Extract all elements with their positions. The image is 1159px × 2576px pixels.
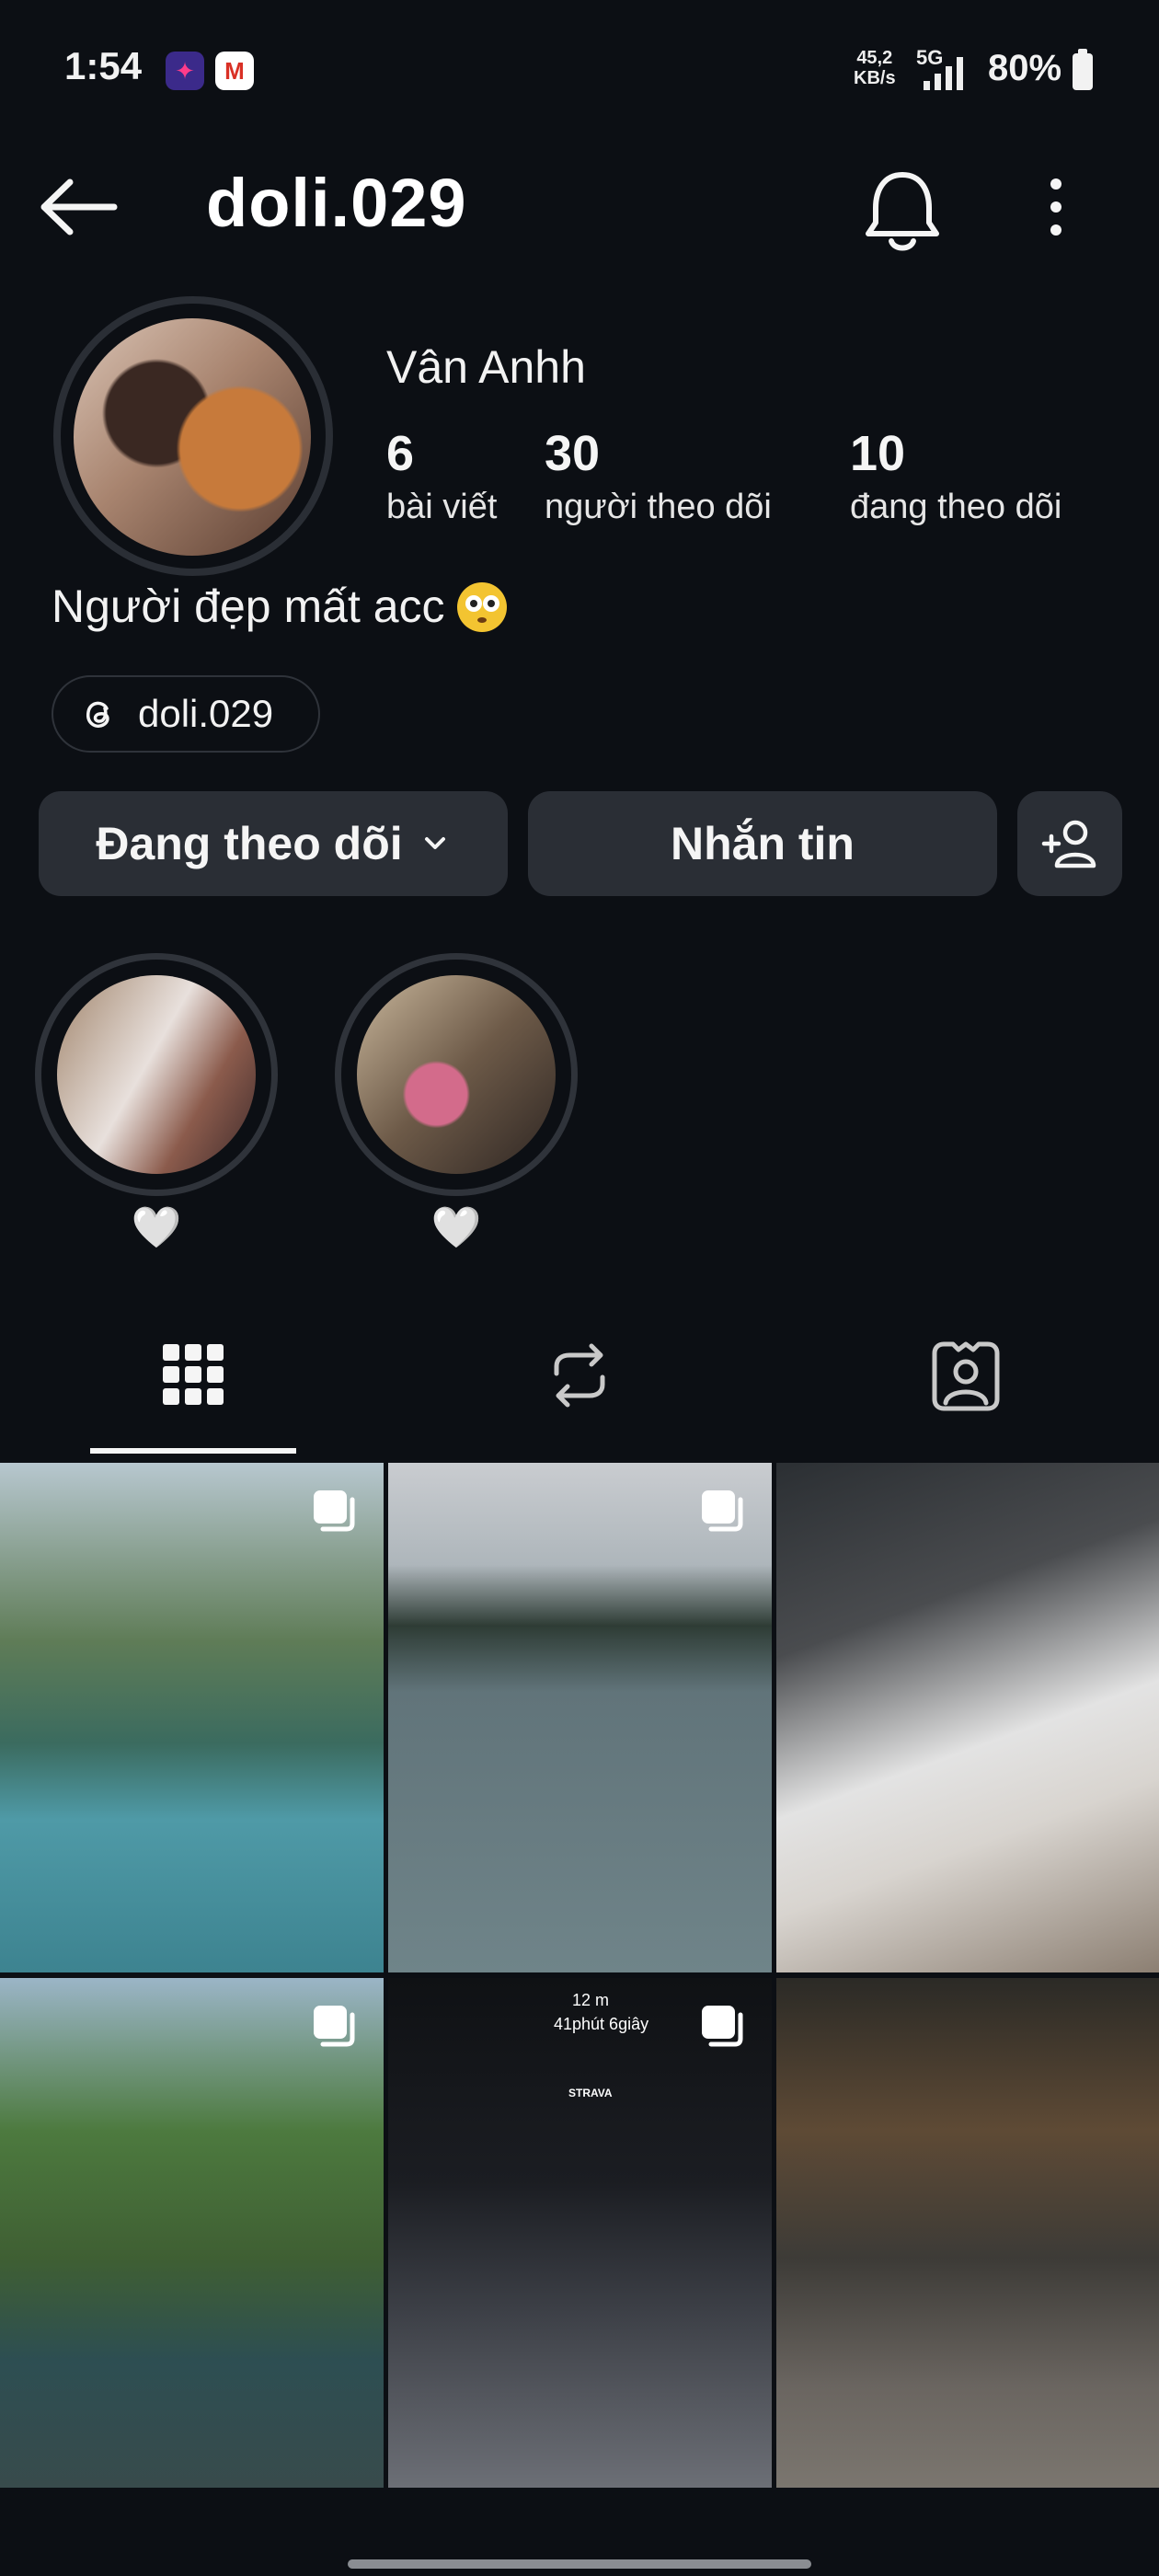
threads-handle: doli.029 [138, 692, 274, 735]
gmail-icon: M [215, 52, 254, 90]
chevron-down-icon [424, 837, 445, 849]
following-count[interactable]: 10 [850, 425, 905, 482]
post-thumbnail-5[interactable]: 12 m 41phút 6giây STRAVA [388, 1978, 772, 2488]
signal-icon [924, 57, 963, 90]
followers-label[interactable]: người theo dõi [545, 488, 772, 527]
posts-count[interactable]: 6 [386, 425, 414, 482]
following-dropdown-button[interactable]: Đang theo dõi [39, 791, 508, 896]
strava-logo: STRAVA [568, 2087, 613, 2099]
more-options-icon[interactable] [1036, 175, 1076, 239]
active-tab-indicator [90, 1448, 296, 1454]
post-thumbnail-6[interactable] [776, 1978, 1159, 2488]
tagged-person-icon [932, 1341, 1000, 1411]
multiple-images-icon [702, 1490, 743, 1532]
status-time: 1:54 [64, 44, 143, 87]
strava-time: 41phút 6giây [554, 2015, 649, 2033]
highlight-2-label: 🤍 [430, 1205, 482, 1250]
flushed-face-emoji-icon [457, 582, 507, 632]
tab-tagged[interactable] [874, 1325, 1058, 1426]
following-label[interactable]: đang theo dõi [850, 488, 1061, 527]
back-arrow-icon[interactable] [37, 175, 120, 239]
post-thumbnail-2[interactable] [388, 1463, 772, 1972]
add-person-icon [1041, 820, 1096, 868]
tab-posts-grid[interactable] [101, 1325, 285, 1426]
message-button[interactable]: Nhắn tin [528, 791, 997, 896]
multiple-images-icon [314, 1490, 355, 1532]
reposts-icon [554, 1343, 605, 1408]
followers-count[interactable]: 30 [545, 425, 600, 482]
post-thumbnail-3[interactable] [776, 1463, 1159, 1972]
avatar[interactable] [74, 318, 311, 556]
following-button-label: Đang theo dõi [96, 818, 403, 869]
home-gesture-bar[interactable] [348, 2559, 811, 2569]
tab-reposts[interactable] [488, 1325, 671, 1426]
bio-text: Người đẹp mất acc [52, 581, 445, 632]
grid-icon [163, 1344, 224, 1405]
message-button-label: Nhắn tin [671, 818, 855, 869]
multiple-images-icon [702, 2006, 743, 2047]
network-speed-value: 45,2 [856, 48, 893, 68]
post-thumbnail-1[interactable] [0, 1463, 384, 1972]
highlight-2-cover[interactable] [357, 975, 556, 1174]
post-thumbnail-4[interactable] [0, 1978, 384, 2488]
suggest-people-button[interactable] [1017, 791, 1122, 896]
star-app-icon: ✦ [166, 52, 204, 90]
battery-icon [1073, 49, 1093, 90]
highlight-1-label: 🤍 [131, 1205, 182, 1250]
strava-distance: 12 m [572, 1991, 610, 2009]
threads-icon [86, 701, 109, 728]
profile-username-title: doli.029 [206, 165, 467, 241]
notification-bell-icon[interactable] [861, 164, 944, 256]
highlight-1-cover[interactable] [57, 975, 256, 1174]
posts-label[interactable]: bài viết [386, 488, 497, 527]
network-speed: 45,2 KB/s [854, 48, 896, 88]
display-name: Vân Anhh [386, 341, 586, 393]
network-speed-unit: KB/s [854, 68, 896, 88]
multiple-images-icon [314, 2006, 355, 2047]
threads-link[interactable]: doli.029 [52, 675, 320, 753]
battery-percent: 80% [988, 48, 1062, 88]
